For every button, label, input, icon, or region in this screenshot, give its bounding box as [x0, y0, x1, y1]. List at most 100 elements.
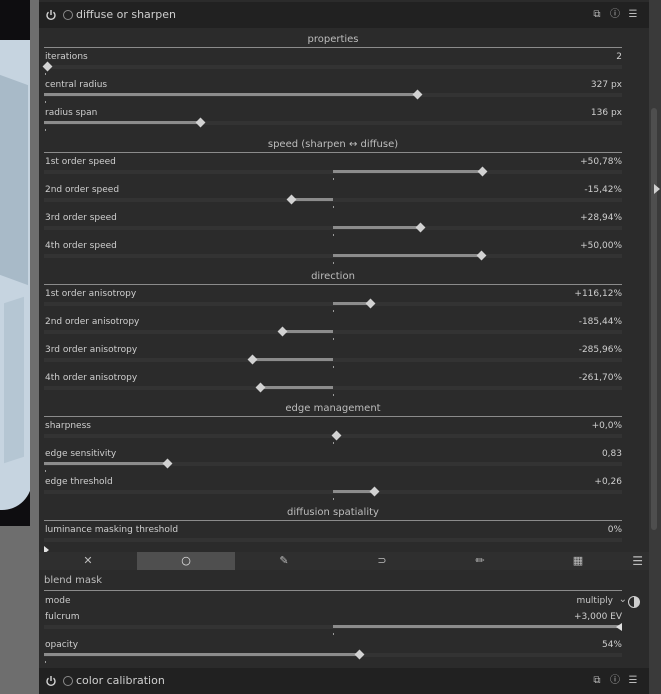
- slider-handle[interactable]: [277, 326, 288, 337]
- module-header[interactable]: diffuse or sharpen ⧉ ⓘ ☰: [39, 2, 649, 28]
- slider-edge-sensitivity[interactable]: edge sensitivity 0,83: [44, 449, 622, 475]
- slider-fill: [44, 653, 356, 656]
- blend-mode-value[interactable]: multiply: [576, 596, 613, 606]
- tick-mark: [45, 129, 46, 131]
- slider-fill: [44, 462, 164, 465]
- presets-menu-icon[interactable]: ☰: [627, 9, 639, 21]
- slider-label: edge sensitivity: [45, 449, 117, 459]
- slider-2nd-order-speed[interactable]: 2nd order speed -15,42%: [44, 185, 622, 211]
- slider-fill: [257, 386, 333, 389]
- slider-fill: [44, 93, 414, 96]
- tab-off[interactable]: ✕: [39, 552, 137, 570]
- fulcrum-slider[interactable]: fulcrum +3,000 EV: [44, 612, 622, 638]
- section-direction: direction: [44, 270, 622, 285]
- tab-uniform[interactable]: ○: [137, 552, 235, 570]
- slider-label: 3rd order anisotropy: [45, 345, 138, 355]
- slider-label: 2nd order speed: [45, 185, 120, 195]
- slider-1st-order-speed[interactable]: 1st order speed +50,78%: [44, 157, 622, 183]
- slider-2nd-order-anisotropy[interactable]: 2nd order anisotropy -185,44%: [44, 317, 622, 343]
- slider-value: +116,12%: [574, 289, 622, 299]
- slider-radius-span[interactable]: radius span 136 px: [44, 108, 622, 134]
- tab-drawn-parametric[interactable]: ✏: [431, 552, 529, 570]
- expand-arrow-icon[interactable]: [654, 184, 660, 194]
- slider-fill: [249, 358, 333, 361]
- slider-handle[interactable]: [365, 298, 376, 309]
- next-module-header[interactable]: color calibration ⧉ ⓘ ☰: [39, 668, 649, 694]
- slider-handle[interactable]: [369, 486, 380, 497]
- instance-icon[interactable]: [63, 10, 73, 20]
- off-icon: ✕: [83, 554, 93, 567]
- slider-value: +0,26: [594, 477, 622, 487]
- opacity-label: opacity: [45, 640, 79, 650]
- multi-instance-icon[interactable]: ⧉: [591, 9, 603, 21]
- reset-icon[interactable]: ⓘ: [609, 9, 621, 21]
- tab-drawn-mask[interactable]: ✎: [235, 552, 333, 570]
- slider-label: 1st order anisotropy: [45, 289, 137, 299]
- section-speed: speed (sharpen ↔ diffuse): [44, 138, 622, 153]
- slider-4th-order-anisotropy[interactable]: 4th order anisotropy -261,70%: [44, 373, 622, 399]
- slider-handle[interactable]: [162, 458, 173, 469]
- reverse-polarity-icon[interactable]: [628, 596, 640, 608]
- power-icon[interactable]: [45, 9, 57, 21]
- slider-label: 4th order anisotropy: [45, 373, 138, 383]
- slider-3rd-order-anisotropy[interactable]: 3rd order anisotropy -285,96%: [44, 345, 622, 371]
- zero-tick: [45, 661, 46, 663]
- instance-icon[interactable]: [63, 676, 73, 686]
- slider-handle[interactable]: [415, 222, 426, 233]
- reset-icon[interactable]: ⓘ: [609, 675, 621, 687]
- slider-sharpness[interactable]: sharpness +0,0%: [44, 421, 622, 447]
- slider-fill: [333, 170, 479, 173]
- slider-track[interactable]: [44, 358, 622, 362]
- presets-menu-icon[interactable]: ☰: [627, 675, 639, 687]
- slider-handle[interactable]: [247, 354, 258, 365]
- module-title: color calibration: [76, 674, 165, 687]
- opacity-slider[interactable]: opacity 54%: [44, 640, 622, 666]
- slider-handle[interactable]: [255, 382, 266, 393]
- slider-value: -15,42%: [584, 185, 622, 195]
- opacity-value: 54%: [601, 640, 622, 650]
- slider-handle[interactable]: [331, 430, 342, 441]
- image-preview: [0, 0, 30, 526]
- raster-mask-icon: ▦: [572, 554, 584, 567]
- slider-track[interactable]: [44, 386, 622, 390]
- slider-track[interactable]: [44, 538, 622, 542]
- slider-central-radius[interactable]: central radius 327 px: [44, 80, 622, 106]
- slider-fill: [333, 490, 371, 493]
- slider-track[interactable]: [44, 198, 622, 202]
- slider-track[interactable]: [44, 330, 622, 334]
- slider-fill: [44, 121, 197, 124]
- slider-value: -261,70%: [578, 373, 622, 383]
- slider-track[interactable]: [44, 65, 622, 69]
- slider-fill: [333, 254, 478, 257]
- slider-handle[interactable]: [477, 166, 488, 177]
- slider-label: edge threshold: [45, 477, 113, 487]
- slider-handle[interactable]: [476, 250, 487, 261]
- blend-menu-icon[interactable]: ☰: [632, 552, 643, 570]
- section-edge-management: edge management: [44, 402, 622, 417]
- fulcrum-label: fulcrum: [45, 612, 80, 622]
- multi-instance-icon[interactable]: ⧉: [591, 675, 603, 687]
- slider-handle[interactable]: [42, 61, 53, 72]
- scrollbar-thumb[interactable]: [651, 108, 657, 530]
- slider-iterations[interactable]: iterations 2: [42, 52, 622, 78]
- slider-label: 3rd order speed: [45, 213, 117, 223]
- power-icon[interactable]: [45, 675, 57, 687]
- chevron-down-icon[interactable]: ⌄: [619, 594, 627, 605]
- section-label: properties: [307, 34, 359, 45]
- slider-luminance-masking-threshold[interactable]: luminance masking threshold 0%: [44, 525, 622, 554]
- tab-parametric-mask[interactable]: ⊃: [333, 552, 431, 570]
- slider-handle[interactable]: [412, 89, 423, 100]
- slider-handle[interactable]: [195, 117, 206, 128]
- slider-4th-order-speed[interactable]: 4th order speed +50,00%: [44, 241, 622, 267]
- slider-handle[interactable]: [286, 194, 297, 205]
- blend-mode-row[interactable]: mode multiply ⌄: [44, 594, 640, 610]
- slider-handle[interactable]: [354, 649, 365, 660]
- scrollbar[interactable]: [649, 0, 661, 694]
- slider-1st-order-anisotropy[interactable]: 1st order anisotropy +116,12%: [44, 289, 622, 315]
- slider-edge-threshold[interactable]: edge threshold +0,26: [44, 477, 622, 503]
- tab-raster-mask[interactable]: ▦: [529, 552, 627, 570]
- slider-value: 2: [616, 52, 622, 62]
- slider-label: central radius: [45, 80, 108, 90]
- slider-3rd-order-speed[interactable]: 3rd order speed +28,94%: [44, 213, 622, 239]
- slider-handle[interactable]: [616, 623, 622, 631]
